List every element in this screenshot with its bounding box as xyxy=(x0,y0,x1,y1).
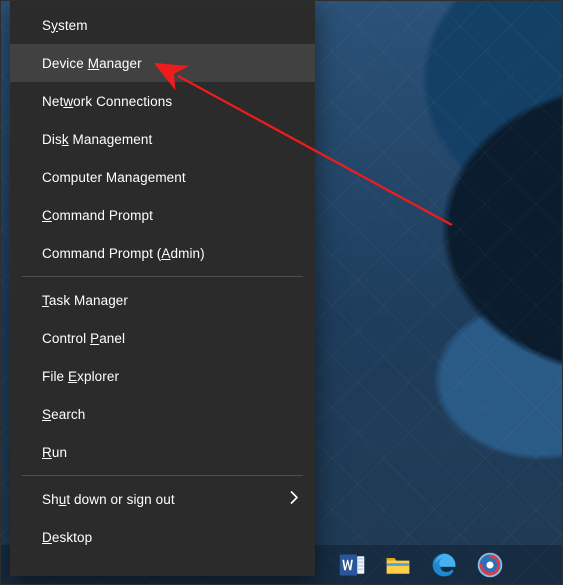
menu-item-command-prompt-admin[interactable]: Command Prompt (Admin) xyxy=(10,234,315,272)
driver-icon xyxy=(476,551,504,579)
menu-item-search[interactable]: Search xyxy=(10,395,315,433)
menu-item-label: Computer Management xyxy=(42,170,186,185)
menu-item-file-explorer[interactable]: File Explorer xyxy=(10,357,315,395)
menu-item-computer-management[interactable]: Computer Management xyxy=(10,158,315,196)
menu-item-network-connections[interactable]: Network Connections xyxy=(10,82,315,120)
word-icon xyxy=(338,551,366,579)
taskbar-driver-app-icon[interactable] xyxy=(470,545,510,585)
menu-item-label: File Explorer xyxy=(42,369,119,384)
menu-item-label: Disk Management xyxy=(42,132,152,147)
menu-item-desktop[interactable]: Desktop xyxy=(10,518,315,556)
edge-icon xyxy=(430,551,458,579)
taskbar-file-explorer-icon[interactable] xyxy=(378,545,418,585)
menu-item-label: Run xyxy=(42,445,67,460)
winx-context-menu: System Device Manager Network Connection… xyxy=(10,0,315,576)
menu-item-label: Control Panel xyxy=(42,331,125,346)
menu-item-device-manager[interactable]: Device Manager xyxy=(10,44,315,82)
menu-item-label: Desktop xyxy=(42,530,92,545)
menu-separator xyxy=(22,475,303,476)
file-explorer-icon xyxy=(384,551,412,579)
menu-item-run[interactable]: Run xyxy=(10,433,315,471)
menu-item-control-panel[interactable]: Control Panel xyxy=(10,319,315,357)
menu-item-label: Device Manager xyxy=(42,56,142,71)
menu-item-label: Shut down or sign out xyxy=(42,492,175,507)
menu-item-system[interactable]: System xyxy=(10,6,315,44)
menu-item-label: System xyxy=(42,18,88,33)
taskbar-edge-icon[interactable] xyxy=(424,545,464,585)
menu-item-label: Command Prompt (Admin) xyxy=(42,246,205,261)
menu-item-disk-management[interactable]: Disk Management xyxy=(10,120,315,158)
menu-item-label: Task Manager xyxy=(42,293,128,308)
taskbar-word-icon[interactable] xyxy=(332,545,372,585)
menu-item-label: Search xyxy=(42,407,85,422)
menu-item-command-prompt[interactable]: Command Prompt xyxy=(10,196,315,234)
menu-item-label: Command Prompt xyxy=(42,208,153,223)
menu-separator xyxy=(22,276,303,277)
menu-item-shutdown-signout[interactable]: Shut down or sign out xyxy=(10,480,315,518)
chevron-right-icon xyxy=(290,491,299,508)
menu-item-label: Network Connections xyxy=(42,94,172,109)
menu-item-task-manager[interactable]: Task Manager xyxy=(10,281,315,319)
